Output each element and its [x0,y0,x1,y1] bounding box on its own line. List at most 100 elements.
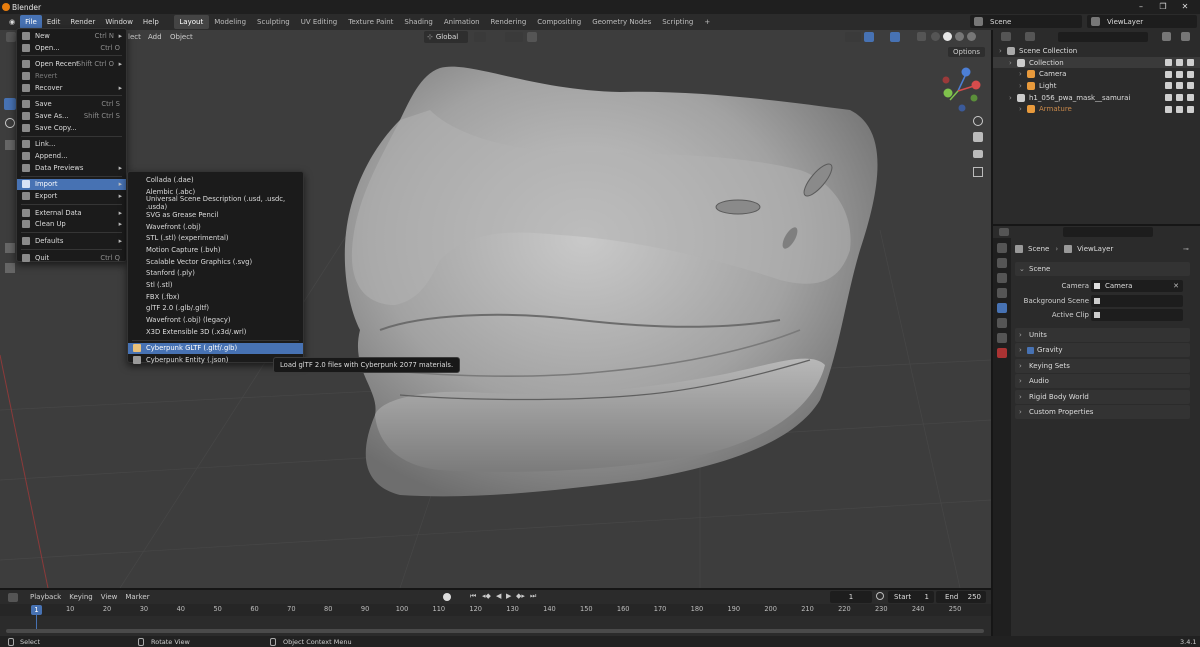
measure-tool-icon[interactable] [5,263,15,273]
menu-keying[interactable]: Keying [69,593,93,601]
move-tool-icon[interactable] [5,140,15,150]
menu-window[interactable]: Window [100,15,138,29]
tab-compositing[interactable]: Compositing [532,15,587,29]
outliner-row-light[interactable]: › Light [993,80,1200,92]
navigation-gizmo[interactable] [938,66,988,116]
tab-scripting[interactable]: Scripting [657,15,699,29]
camera-restrict-icon[interactable] [1187,82,1194,90]
wireframe-shading-icon[interactable] [931,32,940,41]
import-item-cyberpunk-gltf-gltf-glb[interactable]: Cyberpunk GLTF (.gltf/.glb) [128,342,303,355]
world-tab-icon[interactable] [997,318,1007,328]
current-frame-field[interactable]: 1 [830,591,872,603]
file-menu-item-external-data[interactable]: External Data ▸ [17,207,126,219]
jump-start-icon[interactable]: ⏮ [470,592,476,601]
menu-add[interactable]: Add [148,33,162,41]
eye-icon[interactable] [1176,82,1183,90]
outliner-editor-icon[interactable] [1001,32,1011,41]
properties-search-input[interactable] [1063,227,1153,237]
tab-shading[interactable]: Shading [399,15,438,29]
visibility-toggles[interactable] [1165,94,1194,102]
camera-restrict-icon[interactable] [1187,94,1194,102]
file-menu-item-open[interactable]: Open... Ctrl O [17,42,126,54]
file-menu-item-defaults[interactable]: Defaults ▸ [17,235,126,247]
end-frame-field[interactable]: End 250 [936,591,986,603]
import-item-wavefront-obj[interactable]: Wavefront (.obj) [128,221,303,233]
section-rigid-body-world[interactable]: › Rigid Body World [1015,390,1190,404]
visibility-toggles[interactable] [1165,70,1194,78]
display-mode-icon[interactable] [1025,32,1035,41]
proportional-edit-icon[interactable] [527,32,537,42]
new-collection-icon[interactable] [1181,32,1190,41]
zoom-icon[interactable] [973,116,983,126]
show-gizmo-icon[interactable] [864,32,874,42]
section-audio[interactable]: › Audio [1015,374,1190,388]
material-shading-icon[interactable] [955,32,964,41]
import-item-collada-dae[interactable]: Collada (.dae) [128,174,303,186]
checkbox-icon[interactable] [1165,82,1172,90]
auto-keying-icon[interactable] [443,593,451,601]
expand-arrow-icon[interactable]: › [1009,59,1017,67]
menu-file[interactable]: File [20,15,42,29]
menu-marker[interactable]: Marker [125,593,149,601]
file-menu-item-save-copy[interactable]: Save Copy... [17,122,126,134]
pivot-icon[interactable] [474,32,486,42]
start-frame-field[interactable]: Start 1 [888,591,934,603]
checkbox-icon[interactable] [1165,59,1172,67]
menu-edit[interactable]: Edit [42,15,66,29]
import-item-fbx-fbx[interactable]: FBX (.fbx) [128,291,303,303]
checkbox-icon[interactable] [1165,70,1172,78]
import-item-wavefront-obj-legacy[interactable]: Wavefront (.obj) (legacy) [128,314,303,326]
expand-arrow-icon[interactable]: › [1019,70,1027,78]
outliner-search-input[interactable] [1058,32,1148,42]
view-layer-selector[interactable]: ViewLayer [1087,15,1197,28]
outliner-row-h1-056-pwa-mask-samurai[interactable]: › h1_056_pwa_mask__samurai [993,92,1200,104]
camera-view-icon[interactable] [973,150,983,158]
viewport-gizmo-toggle-icon[interactable] [845,32,861,42]
texture-tab-icon[interactable] [997,348,1007,358]
perspective-grid-icon[interactable] [973,167,983,177]
tab-texture-paint[interactable]: Texture Paint [343,15,399,29]
menu-select-partial[interactable]: lect [128,33,141,41]
collection-tab-icon[interactable] [997,333,1007,343]
tab-animation[interactable]: Animation [438,15,485,29]
visibility-toggles[interactable] [1165,59,1194,67]
camera-restrict-icon[interactable] [1187,70,1194,78]
menu-render[interactable]: Render [65,15,100,29]
viewport-editor-icon[interactable] [6,32,16,42]
file-menu-item-append[interactable]: Append... [17,150,126,162]
outliner-row-scene-collection[interactable]: › Scene Collection [993,45,1200,57]
jump-end-icon[interactable]: ⏭ [530,592,536,601]
import-item-gltf-2-0-glb-gltf[interactable]: glTF 2.0 (.glb/.gltf) [128,303,303,315]
camera-restrict-icon[interactable] [1187,105,1194,113]
camera-field[interactable]: Camera ✕ [1091,280,1183,292]
tab-uv-editing[interactable]: UV Editing [295,15,343,29]
active-clip-field[interactable] [1091,309,1183,321]
maximize-icon[interactable]: ❐ [1152,0,1174,14]
eye-icon[interactable] [1176,94,1183,102]
checkbox-icon[interactable] [1165,94,1172,102]
rendered-shading-icon[interactable] [967,32,976,41]
pin-icon[interactable]: ⊸ [1183,245,1189,253]
menu-playback[interactable]: Playback [30,593,61,601]
outliner-row-camera[interactable]: › Camera [993,68,1200,80]
import-item-stl-stl[interactable]: Stl (.stl) [128,279,303,291]
view-layer-tab-icon[interactable] [997,288,1007,298]
file-menu-item-export[interactable]: Export ▸ [17,190,126,202]
add-workspace-button[interactable]: + [699,15,716,29]
expand-arrow-icon[interactable]: › [1019,82,1027,90]
outliner-row-armature[interactable]: › Armature [993,103,1200,115]
import-item-stl-stl-experimental[interactable]: STL (.stl) (experimental) [128,232,303,244]
file-menu-item-open-recent[interactable]: Open Recent Shift Ctrl O ▸ [17,58,126,70]
next-keyframe-icon[interactable]: ◆▸ [516,592,525,600]
expand-arrow-icon[interactable]: › [1009,94,1017,102]
eye-icon[interactable] [1176,59,1183,67]
section-gravity[interactable]: › Gravity [1015,343,1190,357]
camera-restrict-icon[interactable] [1187,59,1194,67]
scene-selector[interactable]: Scene [970,15,1082,28]
file-menu-item-link[interactable]: Link... [17,139,126,151]
timeline-editor-icon[interactable] [8,592,18,602]
outliner-row-collection[interactable]: › Collection [993,56,1200,69]
pan-hand-icon[interactable] [973,132,983,142]
eye-icon[interactable] [1176,70,1183,78]
tab-modeling[interactable]: Modeling [209,15,252,29]
